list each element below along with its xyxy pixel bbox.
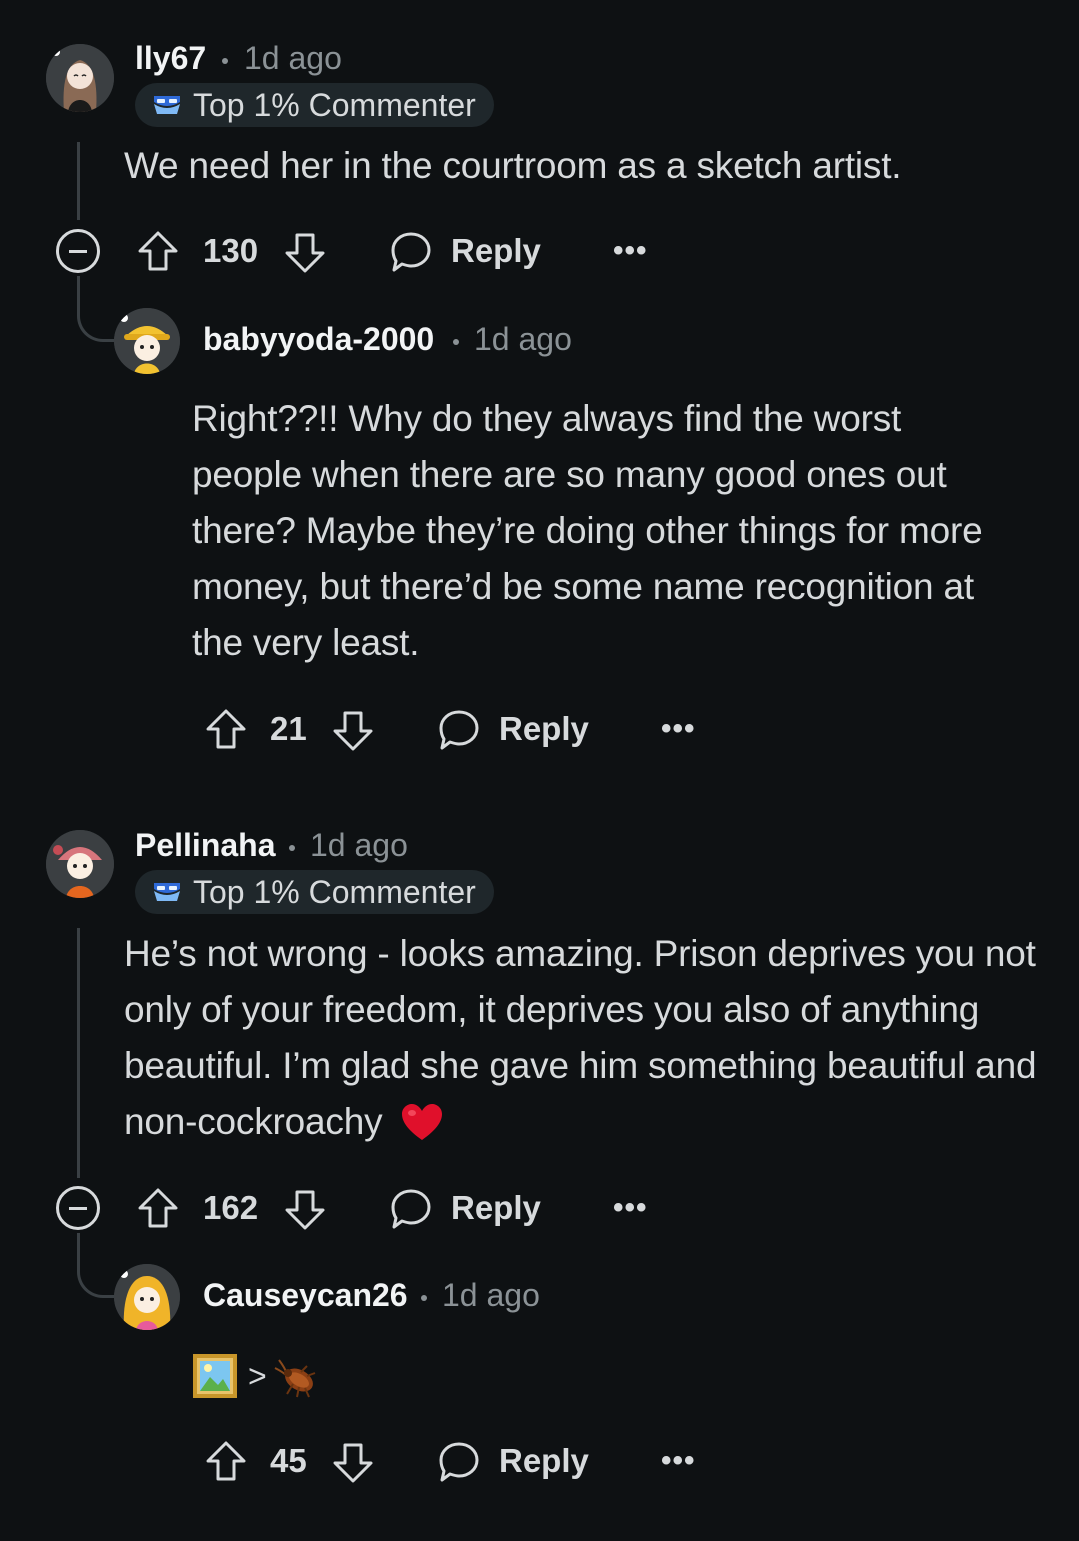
thread-line — [77, 928, 80, 1178]
downvote-icon[interactable] — [331, 709, 375, 753]
vote-count: 162 — [203, 1189, 259, 1226]
timestamp: 1d ago — [474, 321, 572, 357]
reply-button[interactable]: Reply — [499, 710, 589, 748]
timestamp: 1d ago — [244, 40, 342, 76]
reply-icon[interactable] — [389, 230, 433, 274]
cockroach-icon — [274, 1359, 316, 1398]
badge-label: Top 1% Commenter — [193, 86, 476, 123]
reply-icon[interactable] — [437, 708, 481, 752]
badge-label: Top 1% Commenter — [193, 873, 476, 910]
reply-icon[interactable] — [389, 1187, 433, 1231]
vote-count: 45 — [270, 1442, 307, 1479]
avatar-pellinaha-icon — [46, 830, 114, 898]
username[interactable]: Causeycan26 — [203, 1277, 408, 1314]
thread-connector — [77, 282, 117, 342]
comment-text: He’s not wrong - looks amazing. Prison d… — [124, 933, 1037, 1142]
framed-picture-icon — [193, 1354, 237, 1398]
separator-dot — [421, 1295, 427, 1301]
comment-text: > — [248, 1357, 267, 1394]
avatar-babyyoda-icon — [114, 308, 180, 374]
separator-dot — [222, 58, 228, 64]
more-options-button[interactable]: ••• — [661, 712, 696, 746]
vote-count: 21 — [270, 710, 307, 747]
avatar[interactable] — [114, 1264, 180, 1330]
avatar[interactable] — [46, 830, 114, 898]
comment-body: Right??!! Why do they always find the wo… — [192, 398, 983, 663]
red-heart-icon — [402, 1104, 443, 1140]
downvote-icon[interactable] — [331, 1441, 375, 1485]
avatar-causeycan-icon — [114, 1264, 180, 1330]
thread-line — [77, 142, 80, 220]
username[interactable]: lly67 — [135, 40, 206, 77]
comment-body: He’s not wrong - looks amazing. Prison d… — [124, 926, 1044, 1150]
upvote-icon[interactable] — [204, 707, 248, 751]
vote-count: 130 — [203, 232, 259, 269]
more-options-button[interactable]: ••• — [661, 1444, 696, 1478]
avatar[interactable] — [114, 308, 180, 374]
more-options-button[interactable]: ••• — [613, 234, 648, 268]
separator-dot — [289, 845, 295, 851]
reply-button[interactable]: Reply — [451, 232, 541, 270]
timestamp: 1d ago — [310, 827, 408, 863]
downvote-icon[interactable] — [283, 1188, 327, 1232]
separator-dot — [453, 339, 459, 345]
username[interactable]: Pellinaha — [135, 827, 276, 864]
avatar-lly67-icon — [46, 44, 114, 112]
collapse-thread-button[interactable] — [56, 1186, 100, 1230]
reply-button[interactable]: Reply — [499, 1442, 589, 1480]
username[interactable]: babyyoda-2000 — [203, 321, 434, 358]
reply-icon[interactable] — [437, 1440, 481, 1484]
status-badge: Top 1% Commenter — [135, 83, 494, 127]
upvote-icon[interactable] — [204, 1439, 248, 1483]
reply-button[interactable]: Reply — [451, 1189, 541, 1227]
timestamp: 1d ago — [442, 1277, 540, 1313]
avatar[interactable] — [46, 44, 114, 112]
commenter-badge-icon — [154, 96, 180, 114]
commenter-badge-icon — [154, 883, 180, 901]
comment-body: > — [192, 1352, 319, 1400]
downvote-icon[interactable] — [283, 231, 327, 275]
upvote-icon[interactable] — [136, 229, 180, 273]
collapse-thread-button[interactable] — [56, 229, 100, 273]
status-badge: Top 1% Commenter — [135, 870, 494, 914]
thread-connector — [77, 1238, 117, 1298]
upvote-icon[interactable] — [136, 1186, 180, 1230]
comment-body: We need her in the courtroom as a sketch… — [124, 145, 902, 186]
more-options-button[interactable]: ••• — [613, 1191, 648, 1225]
